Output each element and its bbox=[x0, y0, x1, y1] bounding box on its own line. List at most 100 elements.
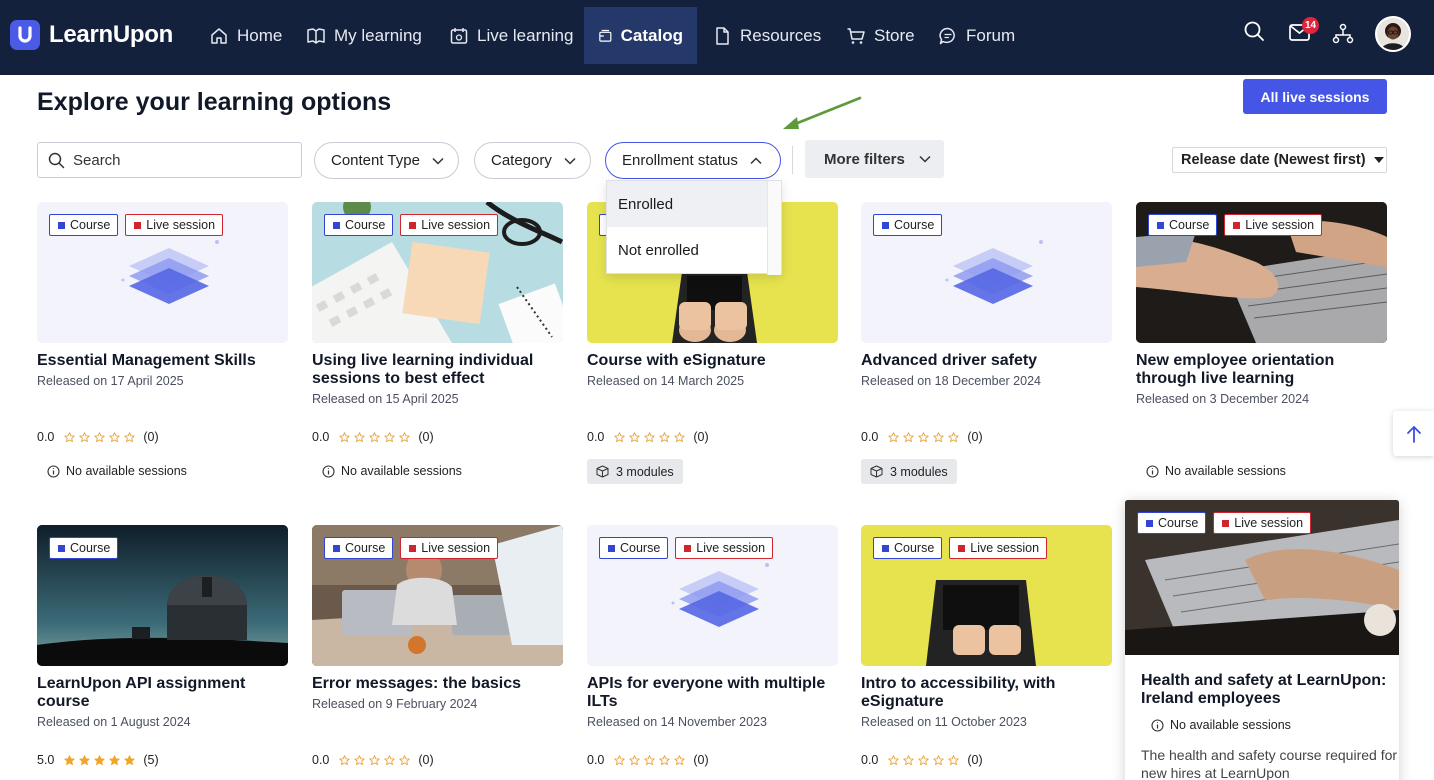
enrollment-status-menu: Enrolled Not enrolled bbox=[606, 180, 782, 275]
search-input[interactable]: Search bbox=[37, 142, 302, 178]
nav-my-learning[interactable]: My learning bbox=[292, 7, 436, 64]
book-icon bbox=[307, 27, 325, 44]
card-title[interactable]: APIs for everyone with multiple ILTs bbox=[587, 675, 838, 711]
menu-scrollbar[interactable] bbox=[767, 181, 781, 275]
search-placeholder: Search bbox=[73, 151, 121, 169]
content-type-filter[interactable]: Content Type bbox=[314, 142, 459, 179]
cart-icon bbox=[847, 27, 865, 44]
course-tag: Course bbox=[873, 214, 943, 236]
live-session-tag: Live session bbox=[949, 537, 1048, 559]
course-thumbnail: Course Live session bbox=[37, 202, 288, 343]
modules-chip: 3 modules bbox=[861, 459, 957, 484]
course-card[interactable]: Course Advanced driver safety Released o… bbox=[861, 202, 1112, 484]
all-live-sessions-button[interactable]: All live sessions bbox=[1243, 79, 1387, 114]
star-rating-icon bbox=[64, 431, 136, 443]
course-thumbnail: Course Live session bbox=[861, 525, 1112, 666]
nav-live-learning[interactable]: Live learning bbox=[435, 7, 587, 64]
live-session-tag: Live session bbox=[1224, 214, 1323, 236]
course-card[interactable]: Course Live session APIs for everyone wi… bbox=[587, 525, 838, 767]
chevron-up-icon bbox=[750, 156, 762, 164]
info-icon bbox=[47, 464, 60, 478]
document-icon bbox=[716, 26, 729, 45]
user-avatar[interactable] bbox=[1375, 16, 1411, 52]
scroll-to-top-button[interactable] bbox=[1393, 411, 1434, 456]
info-icon bbox=[1146, 464, 1159, 478]
course-card[interactable]: Course Live session Essential Management… bbox=[37, 202, 288, 478]
layers-illustration bbox=[671, 563, 769, 627]
info-icon bbox=[1151, 718, 1164, 732]
star-rating-icon bbox=[339, 754, 411, 766]
star-rating-icon bbox=[888, 754, 960, 766]
course-tag: Course bbox=[324, 537, 394, 559]
nav-resources[interactable]: Resources bbox=[698, 7, 835, 64]
session-info: No available sessions bbox=[37, 464, 187, 478]
release-date: Released on 17 April 2025 bbox=[37, 374, 184, 388]
chevron-down-icon bbox=[432, 157, 444, 165]
course-thumbnail: Course bbox=[37, 525, 288, 666]
course-thumbnail: Course Live session bbox=[587, 525, 838, 666]
course-card[interactable]: Course Live session New employee orienta… bbox=[1136, 202, 1387, 478]
brand-name: LearnUpon bbox=[49, 21, 173, 48]
search-icon bbox=[48, 152, 65, 168]
star-rating-icon bbox=[614, 754, 686, 766]
category-filter[interactable]: Category bbox=[474, 142, 591, 179]
notification-badge: 14 bbox=[1302, 17, 1319, 34]
card-title[interactable]: New employee orientation through live le… bbox=[1136, 352, 1387, 388]
card-title[interactable]: Health and safety at LearnUpon: Ireland … bbox=[1141, 672, 1399, 708]
home-icon bbox=[211, 27, 227, 44]
card-title[interactable]: Advanced driver safety bbox=[861, 352, 1112, 370]
rating: 0.0 (0) bbox=[587, 753, 709, 767]
session-info: No available sessions bbox=[1136, 464, 1286, 478]
enrollment-status-filter[interactable]: Enrollment status bbox=[605, 142, 781, 179]
course-thumbnail: Course Live session bbox=[1125, 500, 1399, 655]
more-filters-button[interactable]: More filters bbox=[805, 140, 944, 178]
live-session-tag: Live session bbox=[125, 214, 224, 236]
star-rating-icon bbox=[888, 431, 960, 443]
card-title[interactable]: Intro to accessibility, with eSignature bbox=[861, 675, 1112, 711]
card-title[interactable]: Using live learning individual sessions … bbox=[312, 352, 563, 388]
star-rating-icon bbox=[339, 431, 411, 443]
chevron-down-icon bbox=[564, 157, 576, 165]
nav-forum[interactable]: Forum bbox=[924, 7, 1029, 64]
course-tag: Course bbox=[873, 537, 943, 559]
release-date: Released on 18 December 2024 bbox=[861, 374, 1041, 388]
box-icon bbox=[596, 465, 609, 478]
layers-illustration bbox=[945, 240, 1043, 304]
option-enrolled[interactable]: Enrolled bbox=[607, 181, 768, 227]
course-card[interactable]: Course Live session Error messages: the … bbox=[312, 525, 563, 767]
card-title[interactable]: Essential Management Skills bbox=[37, 352, 288, 370]
course-card[interactable]: Course Live session Using live learning … bbox=[312, 202, 563, 478]
course-tag: Course bbox=[324, 214, 394, 236]
course-card[interactable]: Course Live session Intro to accessibili… bbox=[861, 525, 1112, 767]
rating: 0.0 (0) bbox=[861, 430, 983, 444]
course-card[interactable]: Course LearnUpon API assignment course R… bbox=[37, 525, 288, 767]
card-title[interactable]: Course with eSignature bbox=[587, 352, 838, 370]
chevron-down-icon bbox=[919, 155, 931, 163]
rating: 0.0 (0) bbox=[587, 430, 709, 444]
org-chart-icon[interactable] bbox=[1332, 23, 1354, 45]
star-rating-icon bbox=[64, 754, 136, 766]
nav-catalog[interactable]: Catalog bbox=[584, 7, 697, 64]
box-icon bbox=[870, 465, 883, 478]
nav-home[interactable]: Home bbox=[195, 7, 296, 64]
release-date: Released on 14 November 2023 bbox=[587, 715, 767, 729]
live-session-tag: Live session bbox=[675, 537, 774, 559]
learnupon-logo[interactable]: LearnUpon bbox=[10, 20, 173, 50]
info-icon bbox=[322, 464, 335, 478]
release-date: Released on 15 April 2025 bbox=[312, 392, 459, 406]
card-title[interactable]: Error messages: the basics bbox=[312, 675, 563, 693]
nav-store[interactable]: Store bbox=[832, 7, 929, 64]
sort-select[interactable]: Release date (Newest first) bbox=[1172, 147, 1387, 173]
course-card-hovered[interactable]: Course Live session Health and safety at… bbox=[1125, 500, 1399, 780]
card-title[interactable]: LearnUpon API assignment course bbox=[37, 675, 288, 711]
filter-divider bbox=[792, 146, 793, 174]
release-date: Released on 9 February 2024 bbox=[312, 697, 478, 711]
course-thumbnail: Course bbox=[861, 202, 1112, 343]
live-session-tag: Live session bbox=[400, 537, 499, 559]
course-tag: Course bbox=[49, 537, 119, 559]
caret-down-icon bbox=[1373, 157, 1384, 163]
course-thumbnail: Course Live session bbox=[312, 525, 563, 666]
option-not-enrolled[interactable]: Not enrolled bbox=[607, 227, 768, 273]
search-icon[interactable] bbox=[1243, 20, 1265, 42]
live-session-tag: Live session bbox=[1213, 512, 1312, 534]
